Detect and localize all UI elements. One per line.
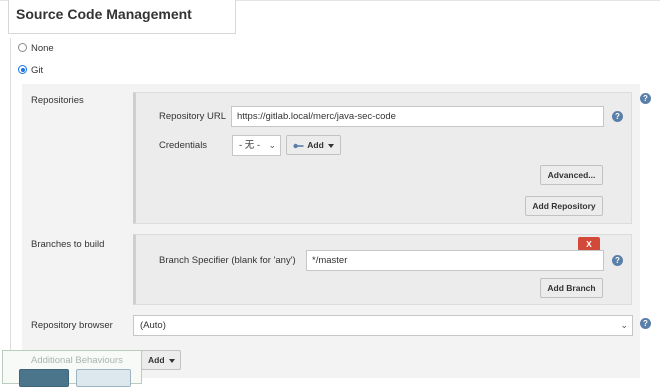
caret-down-icon bbox=[168, 358, 175, 363]
repositories-help-icon[interactable]: ? bbox=[640, 93, 651, 104]
advanced-button[interactable]: Advanced... bbox=[540, 165, 603, 185]
chevron-down-icon: ⌄ bbox=[268, 140, 276, 150]
repository-url-label: Repository URL bbox=[159, 111, 227, 122]
additional-behaviours-label: Additional Behaviours bbox=[31, 355, 123, 366]
repository-browser-label: Repository browser bbox=[31, 320, 113, 331]
add-branch-button[interactable]: Add Branch bbox=[540, 278, 603, 298]
scm-git-radio[interactable] bbox=[18, 65, 27, 74]
additional-behaviours-add-label: Add bbox=[148, 355, 165, 365]
scm-none-radio[interactable] bbox=[18, 43, 27, 52]
chevron-down-icon: ⌄ bbox=[620, 320, 628, 330]
credentials-add-label: Add bbox=[307, 140, 324, 150]
floating-action-panel: Additional Behaviours bbox=[2, 350, 142, 387]
add-repository-button[interactable]: Add Repository bbox=[525, 196, 603, 216]
caret-down-icon bbox=[327, 143, 334, 148]
scm-git-label[interactable]: Git bbox=[31, 65, 43, 76]
branches-label: Branches to build bbox=[31, 239, 105, 250]
section-title: Source Code Management bbox=[16, 6, 192, 22]
repository-browser-select[interactable]: (Auto) ⌄ bbox=[133, 315, 633, 336]
scm-none-label[interactable]: None bbox=[31, 43, 54, 54]
delete-branch-button[interactable]: X bbox=[578, 237, 600, 251]
credentials-select[interactable]: - 无 - ⌄ bbox=[232, 135, 281, 156]
repository-url-input[interactable]: https://gitlab.local/merc/java-sec-code bbox=[231, 106, 604, 127]
save-button[interactable] bbox=[19, 369, 69, 387]
branch-specifier-input[interactable]: */master bbox=[306, 250, 604, 271]
branch-specifier-label: Branch Specifier (blank for 'any') bbox=[159, 255, 296, 266]
key-icon bbox=[293, 143, 304, 148]
credentials-label: Credentials bbox=[159, 140, 208, 151]
repository-url-help-icon[interactable]: ? bbox=[612, 111, 623, 122]
additional-behaviours-add-button[interactable]: Add bbox=[141, 350, 181, 370]
repositories-label: Repositories bbox=[31, 95, 84, 106]
apply-button[interactable] bbox=[76, 369, 131, 387]
branch-specifier-help-icon[interactable]: ? bbox=[612, 255, 623, 266]
repository-browser-help-icon[interactable]: ? bbox=[640, 318, 651, 329]
repository-browser-selected-value: (Auto) bbox=[140, 320, 166, 331]
section-tab-strip: Source Code Management bbox=[0, 0, 660, 34]
credentials-selected-value: - 无 - bbox=[239, 140, 261, 151]
credentials-add-button[interactable]: Add bbox=[286, 135, 341, 155]
section-left-rule bbox=[10, 38, 11, 378]
